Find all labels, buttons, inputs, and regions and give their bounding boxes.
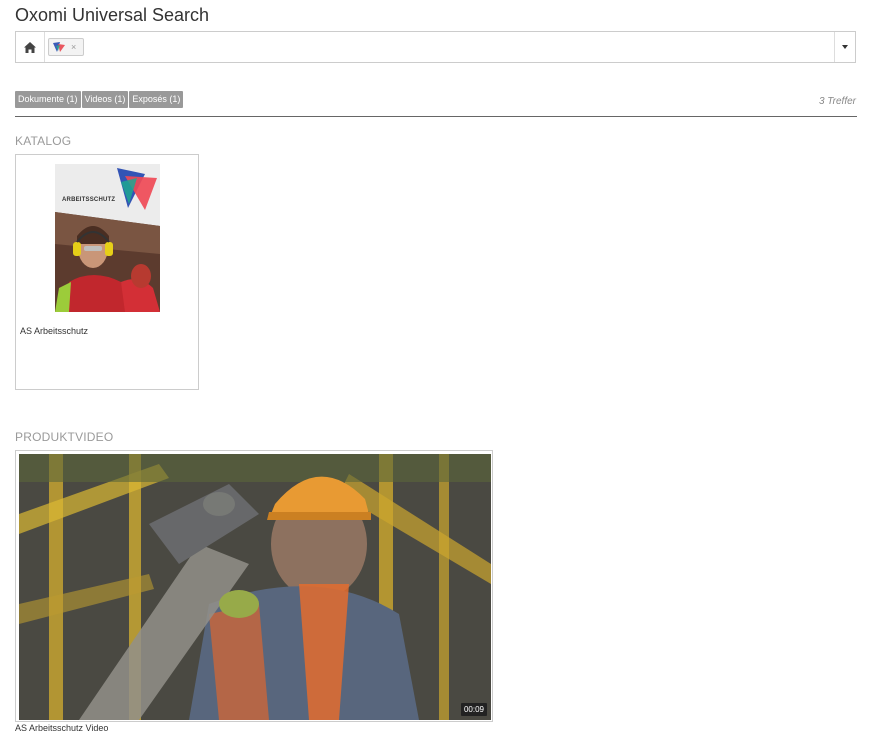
home-icon (24, 41, 36, 53)
section-title-produktvideo: PRODUKTVIDEO (15, 430, 114, 444)
filter-row: Dokumente (1) Videos (1) Exposés (1) 3 Tre… (15, 91, 856, 111)
video-duration: 00:09 (460, 703, 487, 716)
filter-dokumente-button[interactable]: Dokumente (1) (15, 91, 81, 108)
tag-remove-icon[interactable]: × (71, 42, 76, 52)
section-title-katalog: KATALOG (15, 134, 72, 148)
filter-videos-button[interactable]: Videos (1) (81, 91, 129, 108)
filter-exposes-button[interactable]: Exposés (1) (129, 91, 184, 108)
search-bar[interactable]: × (15, 31, 856, 63)
oxomi-logo-icon (53, 41, 65, 52)
page-title: Oxomi Universal Search (15, 5, 210, 25)
video-thumbnail: 00:09 (19, 454, 491, 720)
search-filter-tag[interactable]: × (48, 38, 84, 56)
video-caption: AS Arbeitsschutz Video (15, 723, 109, 733)
home-button[interactable] (16, 32, 45, 62)
hit-count: 3 Treffer (818, 96, 856, 107)
page: Oxomi Universal Search × Dokumente (1) Vi… (0, 0, 874, 749)
search-dropdown-button[interactable] (834, 32, 855, 62)
video-card[interactable]: 00:09 (15, 450, 493, 722)
catalog-caption: AS Arbeitsschutz (20, 326, 89, 336)
catalog-card[interactable]: ARBEITSSCHUTZ AS Arbeitsschutz (15, 154, 199, 390)
catalog-cover-title: ARBEITSSCHUTZ (62, 197, 116, 203)
caret-down-icon (842, 45, 848, 49)
catalog-cover-image: ARBEITSSCHUTZ (55, 164, 160, 312)
divider (15, 116, 857, 117)
